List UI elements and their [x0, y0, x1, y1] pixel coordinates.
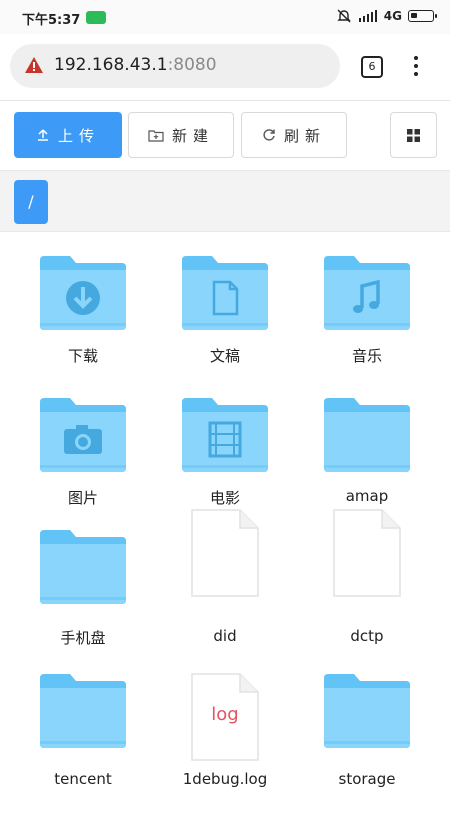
item-name: 下载 — [67, 347, 98, 365]
status-bar: 下午5:37 4G — [0, 0, 450, 34]
file-icon — [324, 508, 410, 598]
upload-label: 上传 — [57, 126, 100, 145]
item-name: 音乐 — [351, 347, 382, 365]
music-folder-icon — [324, 256, 410, 330]
address-bar[interactable]: 192.168.43.1:8080 — [10, 44, 340, 88]
folder-item[interactable]: 音乐 — [302, 256, 432, 396]
url-text[interactable]: 192.168.43.1:8080 — [54, 55, 217, 75]
document-folder-icon — [182, 256, 268, 330]
folder-icon — [40, 530, 126, 604]
item-name: 图片 — [67, 489, 98, 507]
item-name: storage — [338, 770, 396, 788]
file-icon: log — [182, 672, 268, 762]
refresh-icon — [263, 129, 275, 141]
item-name: 手机盘 — [60, 629, 106, 647]
url-port: :8080 — [167, 55, 217, 75]
upload-button[interactable]: 上传 — [14, 112, 122, 158]
folder-item[interactable]: 下载 — [18, 256, 148, 396]
item-name: 文稿 — [209, 347, 240, 365]
file-item[interactable]: dctp — [302, 509, 432, 670]
breadcrumb: / — [0, 170, 450, 232]
item-name: did — [213, 627, 237, 645]
refresh-label: 刷新 — [283, 126, 326, 145]
mute-icon — [337, 9, 351, 23]
status-time: 下午5:37 — [22, 13, 81, 28]
battery-icon — [408, 10, 437, 22]
folder-item[interactable]: tencent — [18, 674, 148, 814]
grid-view-button[interactable] — [390, 112, 437, 158]
refresh-button[interactable]: 刷新 — [241, 112, 347, 158]
folder-icon — [324, 398, 410, 472]
camera-folder-icon — [40, 398, 126, 472]
breadcrumb-root[interactable]: / — [14, 180, 48, 224]
network-type: 4G — [383, 9, 402, 23]
new-folder-icon — [148, 130, 164, 142]
item-name: 电影 — [209, 489, 240, 507]
new-folder-button[interactable]: 新建 — [128, 112, 234, 158]
folder-icon — [324, 674, 410, 748]
item-name: 1debug.log — [182, 770, 268, 788]
item-name: amap — [345, 487, 389, 505]
folder-item[interactable]: 图片 — [18, 398, 148, 538]
file-badge: log — [211, 704, 239, 725]
status-indicators: 4G — [336, 8, 437, 24]
warning-icon[interactable] — [24, 56, 44, 74]
upload-icon — [37, 129, 48, 141]
new-label: 新建 — [171, 126, 214, 145]
file-item[interactable]: did — [160, 509, 290, 670]
folder-item[interactable]: 文稿 — [160, 256, 290, 396]
folder-item[interactable]: 手机盘 — [18, 530, 148, 670]
download-folder-icon — [40, 256, 126, 330]
signal-icon — [358, 10, 377, 22]
url-host: 192.168.43.1 — [54, 55, 168, 75]
divider — [0, 100, 450, 101]
folder-icon — [40, 674, 126, 748]
tab-switcher-button[interactable]: 6 — [361, 56, 383, 78]
folder-item[interactable]: storage — [302, 674, 432, 814]
item-name: tencent — [54, 770, 112, 788]
file-item[interactable]: log 1debug.log — [160, 672, 290, 814]
film-folder-icon — [182, 398, 268, 472]
menu-icon[interactable] — [408, 56, 424, 78]
file-icon — [182, 508, 268, 598]
item-name: dctp — [350, 627, 384, 645]
notification-app-icon — [86, 11, 106, 24]
grid-icon — [407, 128, 420, 142]
